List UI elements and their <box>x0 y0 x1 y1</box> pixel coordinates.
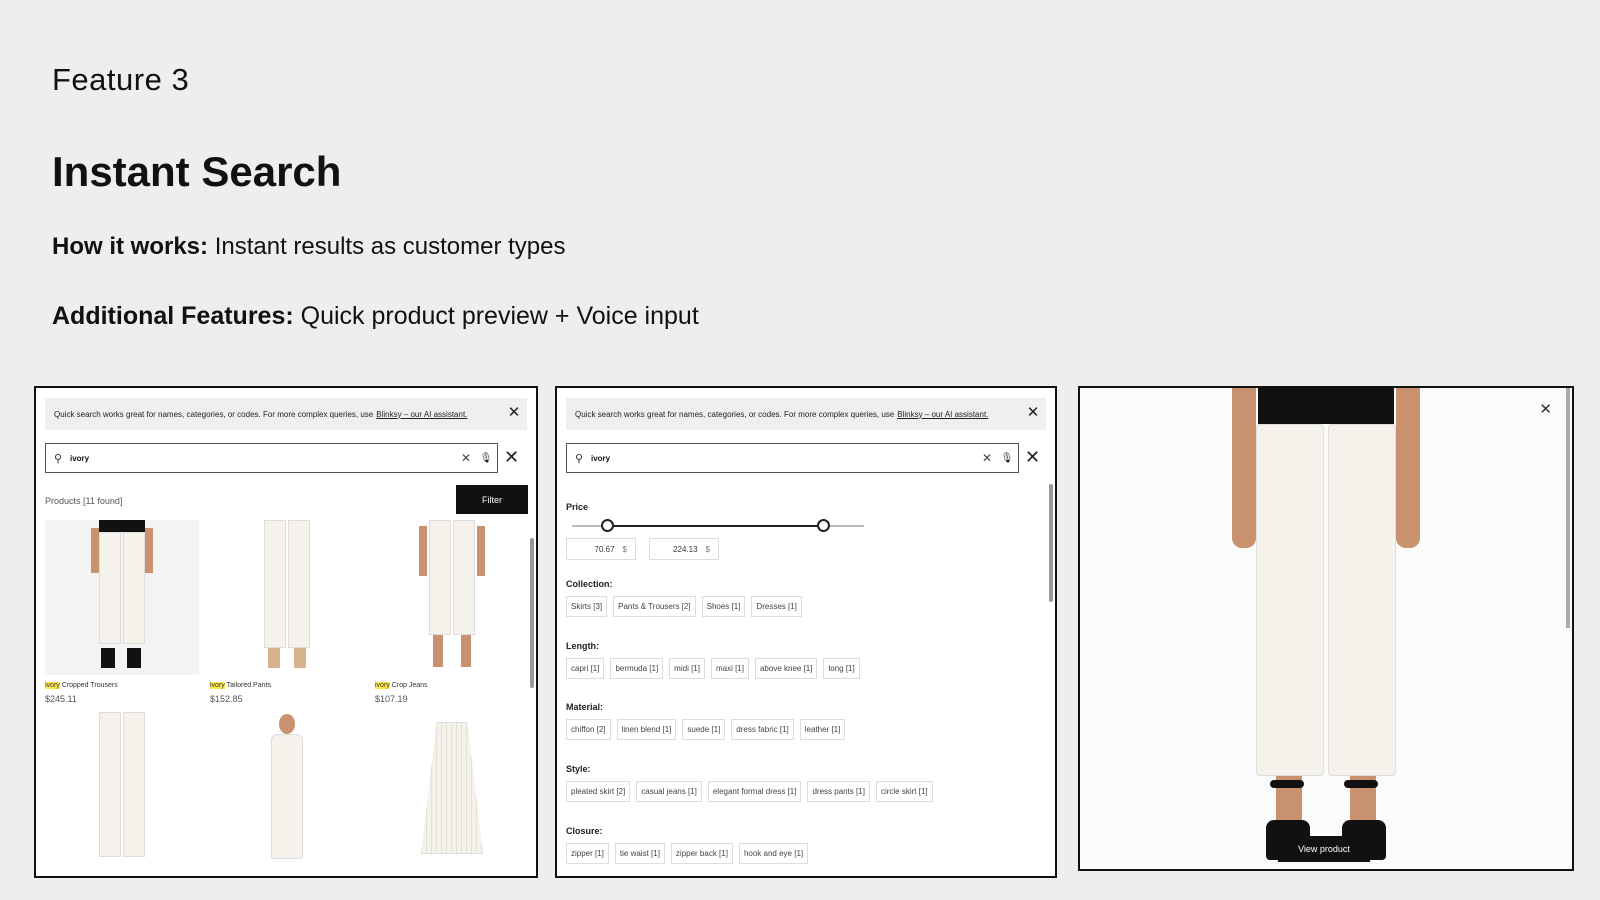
filter-chip[interactable]: elegant formal dress [1] <box>707 781 802 802</box>
filter-chip[interactable]: pleated skirt [2] <box>566 781 631 802</box>
product-price: $245.11 <box>45 694 77 704</box>
price-title: Price <box>566 502 589 512</box>
additional-text: Quick product preview + Voice input <box>300 302 699 330</box>
filter-chip[interactable]: bermuda [1] <box>610 658 664 679</box>
filters-panel: Quick search works great for names, cate… <box>555 386 1057 878</box>
scrollbar[interactable] <box>1566 388 1570 628</box>
material-title: Material: <box>566 702 604 712</box>
filter-chip[interactable]: suede [1] <box>682 719 726 740</box>
product-card[interactable]: ivory Cropped Trousers $245.11 <box>45 520 199 704</box>
how-text: Instant results as customer types <box>214 233 566 260</box>
closure-title: Closure: <box>566 826 603 836</box>
product-card[interactable] <box>375 712 529 867</box>
filter-chip[interactable]: dress pants [1] <box>807 781 870 802</box>
filter-chip[interactable]: tie waist [1] <box>614 843 665 864</box>
search-input[interactable]: ⚲ ivory ✕ 🎙 <box>566 443 1019 473</box>
material-chips: chiffon [2] linen blend [1] suede [1] dr… <box>566 719 846 740</box>
product-card[interactable]: ivory Crop Jeans $107.19 <box>375 520 529 704</box>
microphone-icon[interactable]: 🎙 <box>996 453 1018 464</box>
collection-title: Collection: <box>566 579 613 589</box>
collection-chips: Skirts [3] Pants & Trousers [2] Shoes [1… <box>566 596 802 617</box>
search-input[interactable]: ⚲ ivory ✕ 🎙 <box>45 443 498 473</box>
product-price: $152.85 <box>210 694 243 704</box>
filter-chip[interactable]: circle skirt [1] <box>875 781 933 802</box>
how-it-works-line: How it works: Instant results as custome… <box>52 233 566 261</box>
filter-chip[interactable]: zipper back [1] <box>670 843 733 864</box>
product-name[interactable]: ivory Cropped Trousers <box>45 682 199 689</box>
price-slider-fill <box>607 525 824 527</box>
how-label: How it works: <box>52 233 209 260</box>
filter-chip[interactable]: long [1] <box>823 658 860 679</box>
close-search-icon[interactable]: ✕ <box>504 448 519 466</box>
product-price: $107.19 <box>375 694 408 704</box>
style-chips: pleated skirt [2] casual jeans [1] elega… <box>566 781 933 802</box>
filter-chip[interactable]: Dresses [1] <box>751 596 802 617</box>
filter-chip[interactable]: midi [1] <box>669 658 705 679</box>
filter-chip[interactable]: hook and eye [1] <box>738 843 809 864</box>
results-count: Products [11 found] <box>45 496 123 506</box>
product-image[interactable] <box>45 520 199 675</box>
search-value: ivory <box>70 453 90 463</box>
product-image[interactable] <box>45 712 199 867</box>
filter-chip[interactable]: above knee [1] <box>754 658 818 679</box>
microphone-icon[interactable]: 🎙 <box>475 453 497 464</box>
price-max-handle[interactable] <box>817 519 831 532</box>
feature-eyebrow: Feature 3 <box>52 62 190 97</box>
search-icon: ⚲ <box>574 452 584 465</box>
filter-chip[interactable]: linen blend [1] <box>616 719 677 740</box>
close-icon[interactable]: ✕ <box>507 405 521 420</box>
product-card[interactable] <box>45 712 199 867</box>
assistant-link[interactable]: Blinksy – our AI assistant. <box>897 410 988 419</box>
product-image[interactable] <box>210 520 364 675</box>
filter-chip[interactable]: casual jeans [1] <box>636 781 702 802</box>
notice-text: Quick search works great for names, cate… <box>54 409 374 419</box>
filter-chip[interactable]: leather [1] <box>799 719 846 740</box>
search-notice: Quick search works great for names, cate… <box>45 398 527 430</box>
close-icon[interactable]: ✕ <box>1026 405 1040 420</box>
scrollbar[interactable] <box>1049 484 1053 602</box>
filter-chip[interactable]: dress fabric [1] <box>731 719 794 740</box>
close-icon[interactable]: ✕ <box>1539 400 1552 418</box>
length-chips: capri [1] bermuda [1] midi [1] maxi [1] … <box>566 658 860 679</box>
search-results-panel: Quick search works great for names, cate… <box>34 386 538 878</box>
length-title: Length: <box>566 641 599 651</box>
style-title: Style: <box>566 764 591 774</box>
filter-chip[interactable]: zipper [1] <box>566 843 609 864</box>
product-photo <box>1080 388 1572 869</box>
additional-features-line: Additional Features: Quick product previ… <box>52 302 699 331</box>
price-slider[interactable] <box>572 519 864 532</box>
clear-icon[interactable]: ✕ <box>978 451 996 465</box>
price-min-handle[interactable] <box>601 519 615 532</box>
filter-chip[interactable]: Pants & Trousers [2] <box>613 596 696 617</box>
product-image[interactable] <box>375 520 529 675</box>
quick-preview-panel: ✕ View product <box>1078 386 1574 871</box>
product-card[interactable]: ivory Tailored Pants $152.85 <box>210 520 364 704</box>
assistant-link[interactable]: Blinksy – our AI assistant. <box>376 410 467 419</box>
product-image[interactable] <box>210 712 364 867</box>
feature-headline: Instant Search <box>52 148 342 195</box>
search-value: ivory <box>591 453 611 463</box>
product-card[interactable] <box>210 712 364 867</box>
view-product-button[interactable]: View product <box>1278 836 1370 862</box>
search-notice: Quick search works great for names, cate… <box>566 398 1046 430</box>
price-max-field[interactable]: 224.13 $ <box>649 538 719 560</box>
filter-chip[interactable]: maxi [1] <box>710 658 749 679</box>
product-name[interactable]: ivory Crop Jeans <box>375 682 529 689</box>
close-search-icon[interactable]: ✕ <box>1025 448 1040 466</box>
filter-button[interactable]: Filter <box>456 485 528 514</box>
closure-chips: zipper [1] tie waist [1] zipper back [1]… <box>566 843 809 864</box>
filter-chip[interactable]: Shoes [1] <box>701 596 746 617</box>
additional-label: Additional Features: <box>52 302 294 330</box>
price-min-field[interactable]: 70.67 $ <box>566 538 636 560</box>
product-image[interactable] <box>375 712 529 867</box>
filter-chip[interactable]: chiffon [2] <box>566 719 611 740</box>
product-name[interactable]: ivory Tailored Pants <box>210 682 364 689</box>
filter-chip[interactable]: capri [1] <box>566 658 605 679</box>
clear-icon[interactable]: ✕ <box>457 451 475 465</box>
notice-text: Quick search works great for names, cate… <box>575 409 895 419</box>
scrollbar[interactable] <box>530 538 534 688</box>
search-icon: ⚲ <box>53 452 63 465</box>
filter-chip[interactable]: Skirts [3] <box>566 596 608 617</box>
